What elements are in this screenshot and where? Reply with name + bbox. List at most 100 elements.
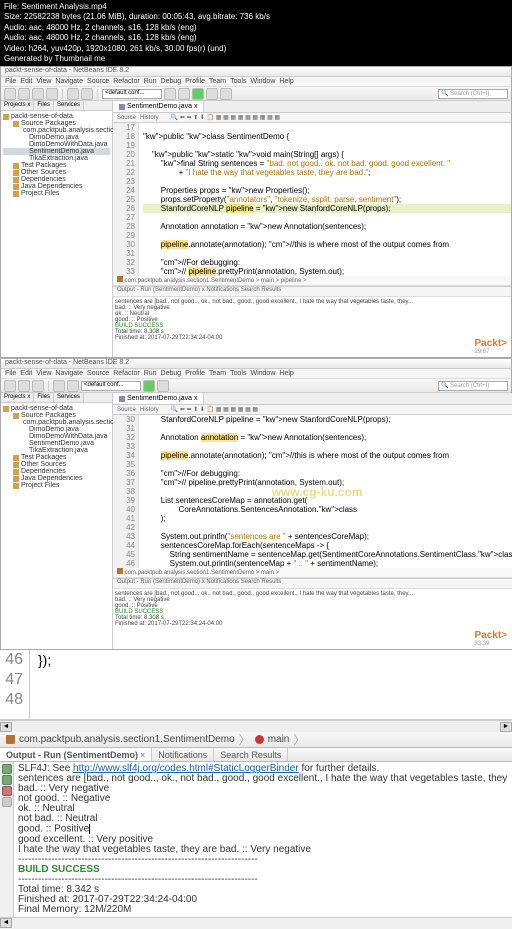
tree-deps[interactable]: Dependencies	[3, 176, 110, 183]
output-tabs-2[interactable]: Output - Run (SentimentDemo) x Notificat…	[113, 579, 512, 589]
tree-projfiles[interactable]: Project Files	[3, 482, 110, 489]
output-console[interactable]: SLF4J: See http://www.slf4j.org/codes.ht…	[14, 762, 512, 917]
editor-breadcrumb-1[interactable]: com.packtpub.analysis.section1.Sentiment…	[113, 276, 511, 286]
menu-refactor[interactable]: Refactor	[113, 78, 139, 85]
tree-src[interactable]: Source Packages	[3, 120, 110, 127]
tree-file-2[interactable]: SentimentDemo.java	[3, 148, 110, 155]
undo-icon[interactable]	[53, 380, 65, 392]
scroll-left-icon[interactable]: ◄	[0, 722, 12, 732]
tree-deps[interactable]: Dependencies	[3, 468, 110, 475]
tree-root[interactable]: packt-sense-of-data	[3, 113, 110, 120]
editor-tab-sentimentdemo[interactable]: SentimentDemo.java x	[113, 101, 204, 112]
close-tab-icon[interactable]: x	[194, 395, 198, 402]
rerun-icon[interactable]	[2, 764, 12, 774]
horizontal-scrollbar[interactable]: ◄ ►	[0, 720, 512, 732]
menu-debug[interactable]: Debug	[161, 78, 182, 85]
console-output-1[interactable]: sentences are [bad., not good.., ok., no…	[113, 297, 511, 357]
tab-projects[interactable]: Projects x	[1, 101, 34, 110]
menu-window[interactable]: Window	[250, 78, 275, 85]
tab-search-results[interactable]: Search Results	[214, 748, 288, 761]
new-project-icon[interactable]	[18, 88, 30, 100]
tree-javadeps[interactable]: Java Dependencies	[3, 183, 110, 190]
tree-pkg[interactable]: com.packtpub.analysis.section1	[3, 419, 110, 426]
new-file-icon[interactable]	[4, 380, 16, 392]
navigation-breadcrumb[interactable]: com.packtpub.analysis.section1.Sentiment…	[0, 732, 512, 748]
menu-run[interactable]: Run	[144, 78, 157, 85]
config-dropdown[interactable]: <default conf...	[81, 381, 141, 391]
menu-source[interactable]: Source	[87, 78, 109, 85]
tree-test[interactable]: Test Packages	[3, 162, 110, 169]
clean-build-icon[interactable]	[178, 88, 190, 100]
tree-root[interactable]: packt-sense-of-data	[3, 405, 110, 412]
redo-icon[interactable]	[81, 88, 93, 100]
scroll-track[interactable]	[12, 722, 500, 732]
menu-help[interactable]: Help	[279, 78, 293, 85]
menu-team[interactable]: Team	[209, 78, 226, 85]
tree-file-3[interactable]: TikaExtraction.java	[3, 155, 110, 162]
breadcrumb-package[interactable]: com.packtpub.analysis.section1.Sentiment…	[19, 734, 235, 745]
open-icon[interactable]	[32, 88, 44, 100]
rerun-debug-icon[interactable]	[2, 775, 12, 785]
tree-src[interactable]: Source Packages	[3, 412, 110, 419]
new-file-icon[interactable]	[4, 88, 16, 100]
save-output-icon[interactable]	[2, 797, 12, 807]
menu-profile[interactable]: Profile	[185, 78, 205, 85]
profile-icon[interactable]	[220, 88, 232, 100]
save-all-icon[interactable]	[32, 380, 44, 392]
tree-other[interactable]: Other Sources	[3, 461, 110, 468]
tab-notifications[interactable]: Notifications	[152, 748, 214, 761]
redo-icon[interactable]	[67, 380, 79, 392]
tab-services[interactable]: Services	[54, 393, 84, 402]
tab-files[interactable]: Files	[34, 101, 54, 110]
subtab-history[interactable]: History	[140, 115, 159, 121]
run-icon[interactable]	[192, 88, 204, 100]
editor-tab-sentimentdemo[interactable]: SentimentDemo.java x	[113, 393, 204, 404]
menu-navigate[interactable]: Navigate	[55, 78, 83, 85]
tree-test[interactable]: Test Packages	[3, 454, 110, 461]
tree-pkg[interactable]: com.packtpub.analysis.section1	[3, 127, 110, 134]
subtab-history[interactable]: History	[140, 407, 159, 413]
tab-files[interactable]: Files	[34, 393, 54, 402]
save-all-icon[interactable]	[46, 88, 58, 100]
code-editor-1[interactable]: 1718192021222324252627282930313233 "kw">…	[113, 123, 511, 276]
stop-icon[interactable]	[2, 786, 12, 796]
code-lines-1[interactable]: "kw">public "kw">class SentimentDemo { "…	[139, 123, 511, 276]
menu-file[interactable]: File	[5, 78, 16, 85]
run-icon[interactable]	[143, 380, 155, 392]
menubar-1[interactable]: File Edit View Navigate Source Refactor …	[1, 77, 511, 87]
build-icon[interactable]	[164, 88, 176, 100]
code-editor-2[interactable]: 3031323334353637383940414243444546 Stanf…	[113, 415, 512, 568]
close-tab-icon[interactable]: ×	[140, 750, 145, 760]
quick-search[interactable]: 🔍 Search (Ctrl+I)	[438, 89, 508, 99]
project-tree-2[interactable]: packt-sense-of-data Source Packages com.…	[1, 403, 112, 491]
debug-icon[interactable]	[206, 88, 218, 100]
zoomed-editor[interactable]: 46 47 48 });	[0, 650, 512, 720]
menu-view[interactable]: View	[36, 78, 51, 85]
tab-services[interactable]: Services	[54, 101, 84, 110]
console-output-2[interactable]: sentences are [bad., not good.., ok., no…	[113, 589, 512, 649]
tree-javadeps[interactable]: Java Dependencies	[3, 475, 110, 482]
tree-file-1[interactable]: DimoDemoWithData.java	[3, 141, 110, 148]
scroll-left-icon[interactable]: ◄	[0, 918, 12, 928]
tab-projects[interactable]: Projects x	[1, 393, 34, 402]
open-icon[interactable]	[18, 380, 30, 392]
close-tab-icon[interactable]: x	[194, 103, 198, 110]
scroll-right-icon[interactable]: ►	[500, 722, 512, 732]
menubar-2[interactable]: FileEditViewNavigateSourceRefactorRunDeb…	[1, 369, 511, 379]
output-scrollbar[interactable]: ◄	[0, 917, 512, 929]
config-dropdown[interactable]: <default conf...	[102, 89, 162, 99]
undo-icon[interactable]	[67, 88, 79, 100]
subtab-source[interactable]: Source	[117, 407, 136, 413]
quick-search[interactable]: 🔍 Search (Ctrl+I)	[438, 381, 508, 391]
tab-output-run[interactable]: Output - Run (SentimentDemo) ×	[0, 748, 152, 761]
breadcrumb-method[interactable]: main	[268, 734, 290, 745]
editor-breadcrumb-2[interactable]: com.packtpub.analysis.section1.Sentiment…	[113, 568, 512, 578]
subtab-source[interactable]: Source	[117, 115, 136, 121]
tree-other[interactable]: Other Sources	[3, 169, 110, 176]
tree-file-0[interactable]: DimoDemo.java	[3, 134, 110, 141]
debug-icon[interactable]	[157, 380, 169, 392]
menu-edit[interactable]: Edit	[20, 78, 32, 85]
output-tabs-1[interactable]: Output - Run (SentimentDemo) x Notificat…	[113, 287, 511, 297]
project-tree-1[interactable]: packt-sense-of-data Source Packages com.…	[1, 111, 112, 199]
tree-projfiles[interactable]: Project Files	[3, 190, 110, 197]
